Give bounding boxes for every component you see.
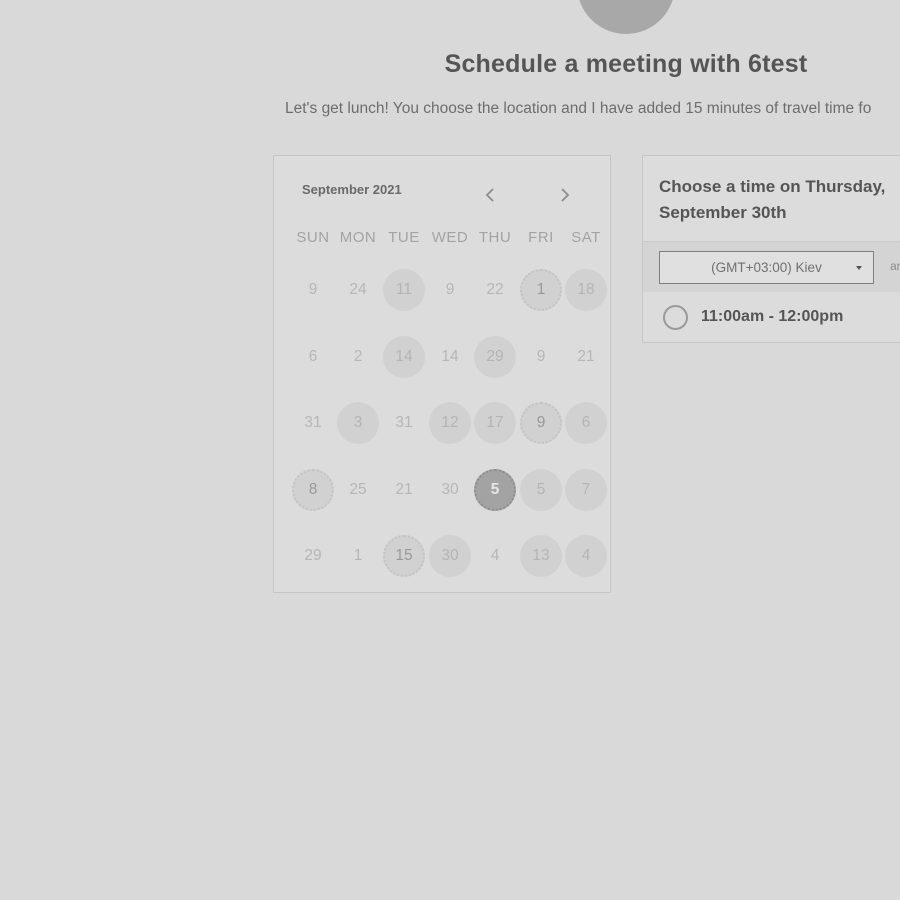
calendar-day-selected[interactable]: 5 — [474, 469, 516, 511]
timezone-extra-text: an — [890, 259, 900, 273]
calendar-day: 9 — [445, 281, 455, 298]
calendar-day[interactable]: 29 — [474, 336, 516, 378]
caret-down-icon — [856, 266, 862, 270]
calendar-day: 31 — [395, 414, 413, 431]
calendar-day: 9 — [308, 281, 318, 298]
calendar-day: 2 — [353, 348, 363, 365]
calendar-day: 4 — [490, 547, 500, 564]
weekday-label: TUE — [388, 229, 420, 246]
calendar-day: 30 — [441, 481, 459, 498]
calendar-day[interactable]: 14 — [383, 336, 425, 378]
calendar-day: 21 — [577, 348, 595, 365]
calendar-day[interactable]: 5 — [520, 469, 562, 511]
calendar-day[interactable]: 8 — [292, 469, 334, 511]
time-panel-heading: Choose a time on Thursday, September 30t… — [659, 177, 886, 222]
calendar-day: 31 — [304, 414, 322, 431]
weekday-label: SUN — [296, 229, 330, 246]
calendar-day[interactable]: 12 — [429, 402, 471, 444]
calendar-day[interactable]: 17 — [474, 402, 516, 444]
calendar-day[interactable]: 7 — [565, 469, 607, 511]
calendar-day: 29 — [304, 547, 322, 564]
calendar-day: 9 — [536, 348, 546, 365]
previous-month-button[interactable] — [478, 183, 502, 207]
calendar-day[interactable]: 30 — [429, 535, 471, 577]
time-slot-option[interactable]: 11:00am - 12:00pm — [643, 293, 900, 343]
weekday-label: SAT — [571, 229, 601, 246]
calendar-day: 25 — [349, 481, 367, 498]
time-selection-panel: Choose a time on Thursday, September 30t… — [642, 155, 900, 343]
next-month-button[interactable] — [553, 183, 577, 207]
page-title: Schedule a meeting with 6test — [444, 50, 808, 78]
chevron-left-icon — [485, 188, 494, 202]
calendar-day: 6 — [308, 348, 318, 365]
calendar-day[interactable]: 18 — [565, 269, 607, 311]
calendar-day: 14 — [441, 348, 459, 365]
time-slot-radio[interactable] — [663, 305, 688, 330]
calendar-day[interactable]: 1 — [520, 269, 562, 311]
chevron-right-icon — [561, 188, 570, 202]
timezone-row: (GMT+03:00) Kiev an — [643, 242, 900, 292]
weekday-label: THU — [478, 229, 512, 246]
calendar-day[interactable]: 9 — [520, 402, 562, 444]
calendar-day[interactable]: 13 — [520, 535, 562, 577]
timezone-value: (GMT+03:00) Kiev — [711, 260, 822, 275]
calendar-day[interactable]: 4 — [565, 535, 607, 577]
calendar-day: 1 — [353, 547, 363, 564]
calendar-day[interactable]: 3 — [337, 402, 379, 444]
weekday-label: WED — [431, 229, 469, 246]
weekday-label: FRI — [528, 229, 554, 246]
calendar-day[interactable]: 15 — [383, 535, 425, 577]
calendar-day[interactable]: 6 — [565, 402, 607, 444]
calendar-day: 22 — [486, 281, 504, 298]
calendar-day: 21 — [395, 481, 413, 498]
weekday-label: MON — [339, 229, 377, 246]
calendar-month-label: September 2021 — [302, 182, 402, 197]
calendar-day: 24 — [349, 281, 367, 298]
host-avatar — [577, 0, 675, 34]
calendar-panel: September 2021 SUN MON TUE WED THU FRI SAT 9 24… — [273, 155, 611, 593]
meeting-description: Let's get lunch! You choose the location… — [285, 100, 872, 117]
time-slot-label: 11:00am - 12:00pm — [701, 308, 844, 325]
calendar-day[interactable]: 11 — [383, 269, 425, 311]
timezone-select[interactable]: (GMT+03:00) Kiev — [659, 251, 874, 284]
